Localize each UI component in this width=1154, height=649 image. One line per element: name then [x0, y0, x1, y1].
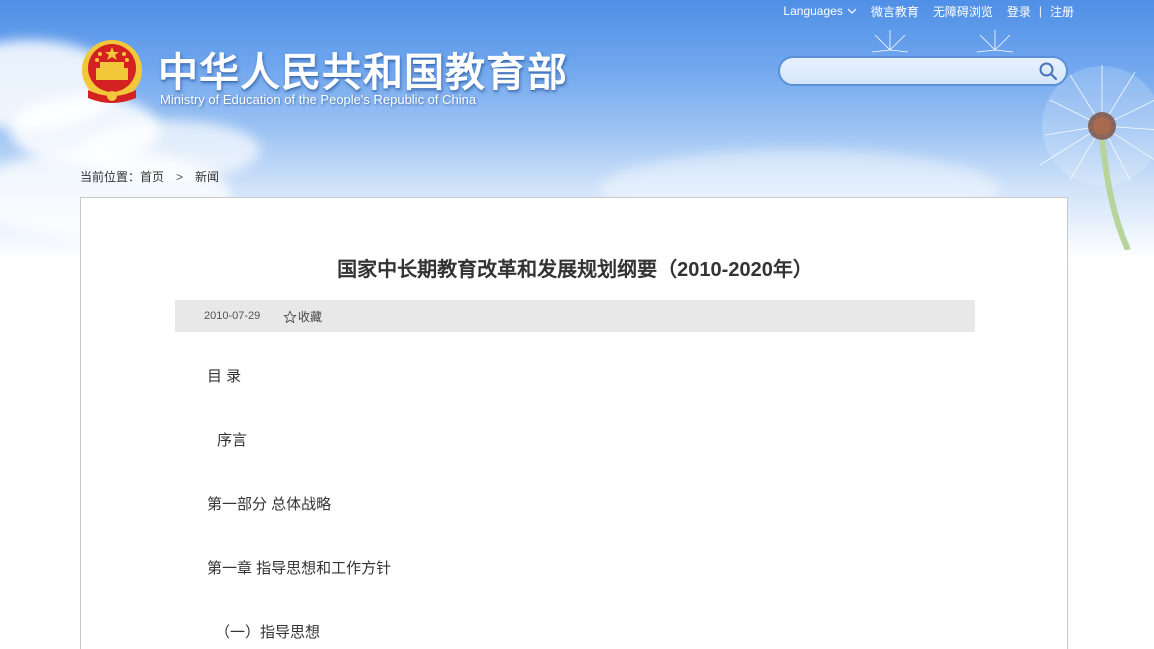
toc-item: 第一部分 总体战略 [207, 496, 332, 513]
article-meta-bar: 2010-07-29 收藏 [175, 300, 975, 332]
top-utility-bar: Languages 微言教育 无障碍浏览 登录 | 注册 [783, 2, 1074, 20]
breadcrumb-prefix: 当前位置： [80, 170, 141, 184]
separator: | [1038, 4, 1042, 18]
accessibility-link[interactable]: 无障碍浏览 [933, 3, 993, 20]
chevron-down-icon [847, 8, 857, 14]
site-title-en: Ministry of Education of the People's Re… [160, 92, 477, 107]
article-title: 国家中长期教育改革和发展规划纲要（2010-2020年） [337, 259, 813, 281]
article-card: 国家中长期教育改革和发展规划纲要（2010-2020年） 2010-07-29 … [80, 197, 1068, 649]
breadcrumb: 当前位置： 首页 > 新闻 [80, 168, 219, 185]
breadcrumb-home-link[interactable]: 首页 [140, 168, 164, 185]
favorite-button[interactable]: 收藏 [283, 308, 322, 325]
toc-heading: 目 录 [207, 368, 242, 385]
languages-label: Languages [783, 4, 843, 18]
languages-dropdown[interactable]: Languages [783, 4, 857, 18]
register-link[interactable]: 注册 [1050, 3, 1074, 20]
site-title-cn[interactable]: 中华人民共和国教育部 [158, 40, 568, 98]
breadcrumb-current-link[interactable]: 新闻 [195, 168, 219, 185]
breadcrumb-separator: > [176, 169, 184, 184]
favorite-label: 收藏 [298, 310, 323, 324]
national-emblem[interactable] [80, 38, 144, 108]
search-box [778, 56, 1068, 86]
search-icon[interactable] [1038, 61, 1058, 81]
toc-item: 第一章 指导思想和工作方针 [207, 560, 392, 577]
star-icon [283, 310, 297, 323]
weiyan-education-link[interactable]: 微言教育 [871, 3, 919, 20]
search-input[interactable] [792, 62, 1036, 82]
publish-date: 2010-07-29 [204, 310, 261, 322]
toc-item: 序言 [217, 432, 248, 449]
login-link[interactable]: 登录 [1007, 3, 1031, 20]
toc-item: （一）指导思想 [215, 624, 321, 641]
